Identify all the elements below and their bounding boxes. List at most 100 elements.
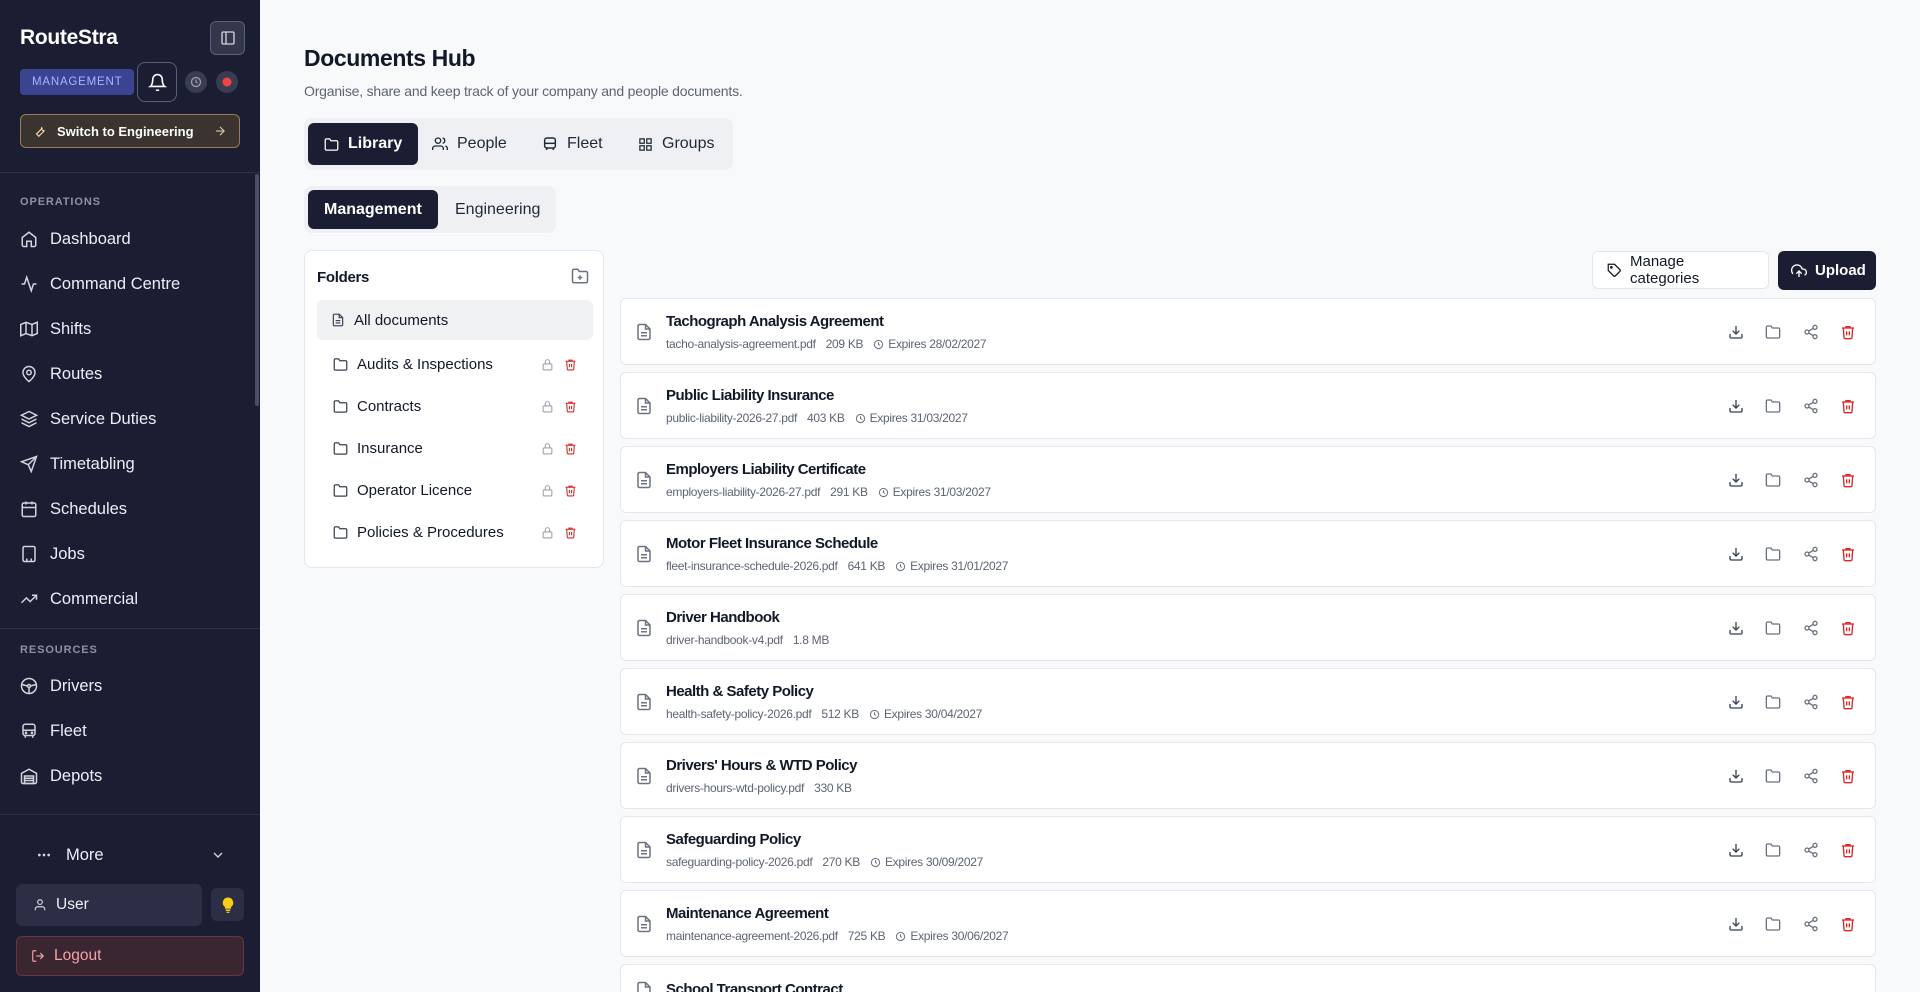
folder-item[interactable]: Insurance [317, 428, 593, 468]
sidebar-item-service-duties[interactable]: Service Duties [20, 401, 240, 437]
folder-item[interactable]: Operator Licence [317, 470, 593, 510]
status-button[interactable] [185, 71, 207, 93]
user-button[interactable]: User [16, 884, 202, 926]
trash-icon[interactable] [1839, 841, 1857, 859]
notifications-button[interactable] [137, 62, 177, 102]
share-icon[interactable] [1802, 915, 1820, 933]
share-icon[interactable] [1802, 619, 1820, 637]
move-folder-icon[interactable] [1764, 471, 1782, 489]
download-icon[interactable] [1727, 471, 1745, 489]
share-icon[interactable] [1802, 323, 1820, 341]
trash-icon[interactable] [1839, 323, 1857, 341]
move-folder-icon[interactable] [1764, 545, 1782, 563]
folder-item[interactable]: Audits & Inspections [317, 344, 593, 384]
folder-item[interactable]: Policies & Procedures [317, 512, 593, 552]
switch-label: Switch to Engineering [57, 123, 194, 139]
logout-button[interactable]: Logout [16, 936, 244, 976]
sidebar-scrollbar[interactable] [255, 174, 259, 406]
folder-all-documents[interactable]: All documents [317, 300, 593, 340]
department-tabs: Management Engineering [304, 186, 556, 233]
trash-icon[interactable] [1839, 397, 1857, 415]
trash-icon[interactable] [1839, 545, 1857, 563]
download-icon[interactable] [1727, 767, 1745, 785]
expiry-text: Expires 31/03/2027 [869, 411, 968, 425]
lock-icon[interactable] [541, 358, 554, 371]
switch-to-engineering-button[interactable]: Switch to Engineering [20, 114, 240, 148]
share-icon[interactable] [1802, 545, 1820, 563]
lock-icon[interactable] [541, 442, 554, 455]
download-icon[interactable] [1727, 545, 1745, 563]
download-icon[interactable] [1727, 693, 1745, 711]
trash-icon[interactable] [564, 400, 577, 413]
share-icon[interactable] [1802, 397, 1820, 415]
share-icon[interactable] [1802, 767, 1820, 785]
share-icon[interactable] [1802, 471, 1820, 489]
document-row[interactable]: Motor Fleet Insurance Schedule fleet-ins… [620, 520, 1876, 587]
document-title: Drivers' Hours & WTD Policy [666, 757, 857, 774]
record-button[interactable] [216, 71, 238, 93]
trash-icon[interactable] [564, 484, 577, 497]
arrow-right-icon [213, 124, 227, 138]
manage-categories-label: Manage categories [1630, 253, 1700, 287]
share-icon[interactable] [1802, 841, 1820, 859]
tips-button[interactable] [211, 888, 244, 921]
move-folder-icon[interactable] [1764, 619, 1782, 637]
sidebar-item-shifts[interactable]: Shifts [20, 311, 240, 347]
download-icon[interactable] [1727, 619, 1745, 637]
folder-item[interactable]: Contracts [317, 386, 593, 426]
download-icon[interactable] [1727, 397, 1745, 415]
document-row[interactable]: Health & Safety Policy health-safety-pol… [620, 668, 1876, 735]
tab-management[interactable]: Management [308, 190, 438, 229]
download-icon[interactable] [1727, 915, 1745, 933]
download-icon[interactable] [1727, 841, 1745, 859]
collapse-sidebar-button[interactable] [210, 21, 245, 55]
sidebar-item-fleet[interactable]: Fleet [20, 713, 240, 749]
upload-button[interactable]: Upload [1778, 251, 1876, 290]
sidebar-item-schedules[interactable]: Schedules [20, 491, 240, 527]
sidebar-item-commercial[interactable]: Commercial [20, 581, 240, 617]
document-title: Safeguarding Policy [666, 831, 801, 848]
move-folder-icon[interactable] [1764, 397, 1782, 415]
sidebar-item-jobs[interactable]: Jobs [20, 536, 240, 572]
document-row[interactable]: Maintenance Agreement maintenance-agreem… [620, 890, 1876, 957]
trash-icon[interactable] [1839, 693, 1857, 711]
document-row[interactable]: School Transport Contract [620, 964, 1876, 992]
trash-icon[interactable] [564, 442, 577, 455]
folder-plus-icon[interactable] [571, 267, 589, 285]
move-folder-icon[interactable] [1764, 915, 1782, 933]
document-row[interactable]: Driver Handbook driver-handbook-v4.pdf 1… [620, 594, 1876, 661]
share-icon[interactable] [1802, 693, 1820, 711]
document-row[interactable]: Drivers' Hours & WTD Policy drivers-hour… [620, 742, 1876, 809]
trash-icon[interactable] [564, 358, 577, 371]
document-row[interactable]: Safeguarding Policy safeguarding-policy-… [620, 816, 1876, 883]
lock-icon[interactable] [541, 484, 554, 497]
tab-groups[interactable]: Groups [622, 123, 730, 165]
lock-icon[interactable] [541, 526, 554, 539]
sidebar-item-depots[interactable]: Depots [20, 758, 240, 794]
trash-icon[interactable] [1839, 915, 1857, 933]
tab-people[interactable]: People [416, 123, 523, 165]
lock-icon[interactable] [541, 400, 554, 413]
document-row[interactable]: Employers Liability Certificate employer… [620, 446, 1876, 513]
sidebar-item-dashboard[interactable]: Dashboard [20, 221, 240, 257]
download-icon[interactable] [1727, 323, 1745, 341]
sidebar-item-timetabling[interactable]: Timetabling [20, 446, 240, 482]
document-row[interactable]: Tachograph Analysis Agreement tacho-anal… [620, 298, 1876, 365]
trash-icon[interactable] [564, 526, 577, 539]
document-row[interactable]: Public Liability Insurance public-liabil… [620, 372, 1876, 439]
more-menu-toggle[interactable]: More [36, 840, 226, 870]
trash-icon[interactable] [1839, 767, 1857, 785]
tab-fleet[interactable]: Fleet [526, 123, 619, 165]
trash-icon[interactable] [1839, 619, 1857, 637]
tab-engineering[interactable]: Engineering [439, 190, 556, 229]
tab-library[interactable]: Library [308, 123, 419, 165]
move-folder-icon[interactable] [1764, 323, 1782, 341]
trash-icon[interactable] [1839, 471, 1857, 489]
sidebar-item-drivers[interactable]: Drivers [20, 668, 240, 704]
sidebar-item-routes[interactable]: Routes [20, 356, 240, 392]
sidebar-item-command-centre[interactable]: Command Centre [20, 266, 240, 302]
manage-categories-button[interactable]: Manage categories [1592, 251, 1769, 289]
move-folder-icon[interactable] [1764, 767, 1782, 785]
move-folder-icon[interactable] [1764, 841, 1782, 859]
move-folder-icon[interactable] [1764, 693, 1782, 711]
